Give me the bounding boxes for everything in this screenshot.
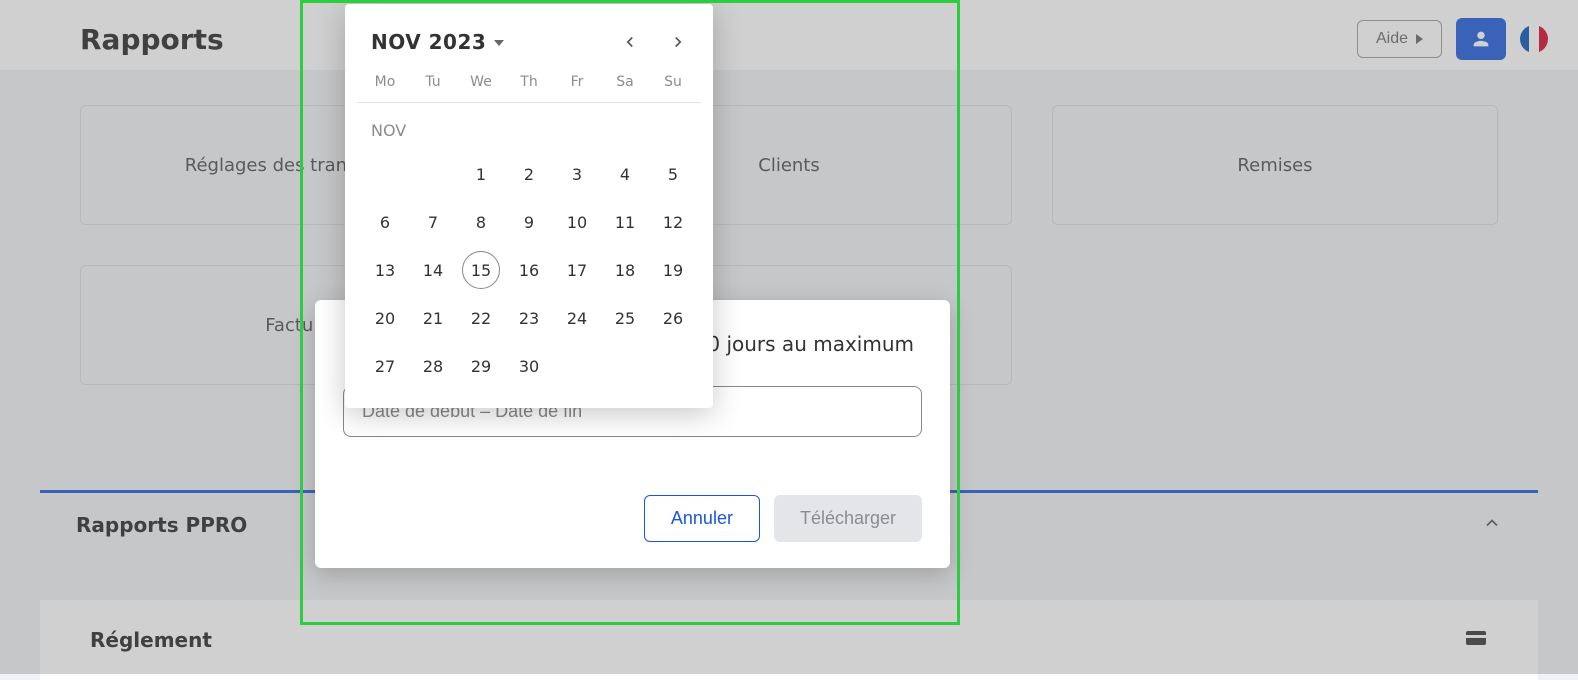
calendar-day[interactable]: 17 — [553, 250, 601, 290]
calendar-day[interactable]: 26 — [649, 298, 697, 338]
day-number: 16 — [519, 261, 539, 280]
weekday: Mo — [361, 74, 409, 90]
day-number: 21 — [423, 309, 443, 328]
day-number: 2 — [524, 165, 534, 184]
calendar-day[interactable]: 29 — [457, 346, 505, 386]
calendar-day[interactable]: 28 — [409, 346, 457, 386]
day-number: 9 — [524, 213, 534, 232]
day-number: 23 — [519, 309, 539, 328]
datepicker-header: NOV 2023 — [357, 22, 701, 74]
dialog-actions: Annuler Télécharger — [343, 495, 922, 542]
day-number: 26 — [663, 309, 683, 328]
month-year-button[interactable]: NOV 2023 — [371, 30, 504, 54]
calendar-day[interactable]: 18 — [601, 250, 649, 290]
day-number: 30 — [519, 357, 539, 376]
day-number: 22 — [471, 309, 491, 328]
calendar-day[interactable]: 5 — [649, 154, 697, 194]
calendar-day[interactable]: 22 — [457, 298, 505, 338]
day-number: 15 — [462, 251, 500, 289]
day-number: 1 — [476, 165, 486, 184]
calendar-grid: 1234567891011121314151617181920212223242… — [357, 146, 701, 396]
day-number: 17 — [567, 261, 587, 280]
day-number: 20 — [375, 309, 395, 328]
day-number: 19 — [663, 261, 683, 280]
day-number: 4 — [620, 165, 630, 184]
day-number: 10 — [567, 213, 587, 232]
day-number: 6 — [380, 213, 390, 232]
weekday: We — [457, 74, 505, 90]
day-number: 28 — [423, 357, 443, 376]
chevron-right-icon — [669, 33, 687, 51]
calendar-day[interactable]: 27 — [361, 346, 409, 386]
calendar-day[interactable]: 30 — [505, 346, 553, 386]
calendar-day[interactable]: 19 — [649, 250, 697, 290]
weekday-row: Mo Tu We Th Fr Sa Su — [357, 74, 701, 103]
calendar-day[interactable]: 2 — [505, 154, 553, 194]
calendar-day[interactable]: 13 — [361, 250, 409, 290]
calendar-day[interactable]: 24 — [553, 298, 601, 338]
calendar-day[interactable]: 8 — [457, 202, 505, 242]
calendar-cell-empty — [649, 346, 697, 386]
weekday: Tu — [409, 74, 457, 90]
day-number: 14 — [423, 261, 443, 280]
calendar-day[interactable]: 20 — [361, 298, 409, 338]
day-number: 18 — [615, 261, 635, 280]
day-number: 7 — [428, 213, 438, 232]
calendar-day[interactable]: 3 — [553, 154, 601, 194]
day-number: 3 — [572, 165, 582, 184]
download-button: Télécharger — [774, 495, 922, 542]
day-number: 11 — [615, 213, 635, 232]
dropdown-icon — [494, 40, 504, 46]
day-number: 12 — [663, 213, 683, 232]
calendar-day[interactable]: 15 — [457, 250, 505, 290]
calendar-day[interactable]: 14 — [409, 250, 457, 290]
day-number: 29 — [471, 357, 491, 376]
datepicker-nav — [619, 31, 689, 53]
calendar-day[interactable]: 21 — [409, 298, 457, 338]
weekday: Su — [649, 74, 697, 90]
calendar-cell-empty — [601, 346, 649, 386]
calendar-day[interactable]: 1 — [457, 154, 505, 194]
calendar-day[interactable]: 10 — [553, 202, 601, 242]
month-year-label: NOV 2023 — [371, 30, 486, 54]
day-number: 25 — [615, 309, 635, 328]
calendar-day[interactable]: 9 — [505, 202, 553, 242]
day-number: 8 — [476, 213, 486, 232]
calendar-cell-empty — [409, 154, 457, 194]
month-label: NOV — [357, 103, 701, 146]
calendar-day[interactable]: 12 — [649, 202, 697, 242]
calendar-day[interactable]: 16 — [505, 250, 553, 290]
weekday: Sa — [601, 74, 649, 90]
day-number: 13 — [375, 261, 395, 280]
day-number: 24 — [567, 309, 587, 328]
calendar-day[interactable]: 4 — [601, 154, 649, 194]
chevron-left-icon — [621, 33, 639, 51]
calendar-day[interactable]: 7 — [409, 202, 457, 242]
calendar-day[interactable]: 6 — [361, 202, 409, 242]
calendar-day[interactable]: 25 — [601, 298, 649, 338]
calendar-cell-empty — [361, 154, 409, 194]
day-number: 5 — [668, 165, 678, 184]
weekday: Th — [505, 74, 553, 90]
prev-month-button[interactable] — [619, 31, 641, 53]
datepicker-popup: NOV 2023 Mo Tu We Th Fr Sa Su NOV 123456… — [345, 4, 713, 408]
next-month-button[interactable] — [667, 31, 689, 53]
calendar-cell-empty — [553, 346, 601, 386]
weekday: Fr — [553, 74, 601, 90]
cancel-button[interactable]: Annuler — [644, 495, 760, 542]
calendar-day[interactable]: 11 — [601, 202, 649, 242]
day-number: 27 — [375, 357, 395, 376]
calendar-day[interactable]: 23 — [505, 298, 553, 338]
